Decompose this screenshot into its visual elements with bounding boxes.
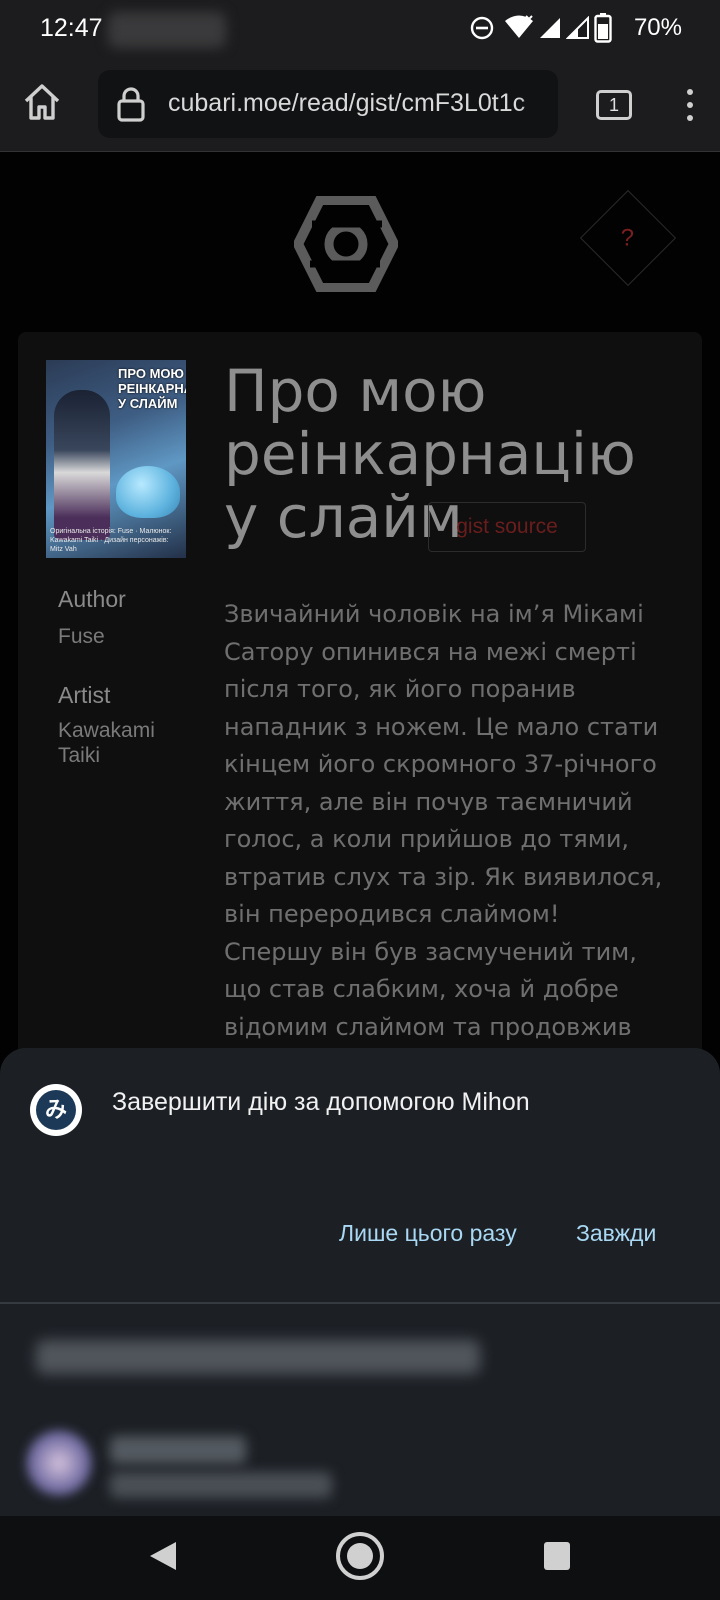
url-bar[interactable]: cubari.moe/read/gist/cmF3L0t1c: [98, 70, 558, 138]
cover-slime: [116, 466, 180, 518]
cover-image: ПРО МОЮ РЕІНКАРНАЦІЮ У СЛАЙМ Оригінальна…: [46, 360, 186, 558]
blurred-app-subtitle: [110, 1472, 332, 1498]
blurred-app-name: [110, 1436, 246, 1464]
status-bar: 12:47 70%: [0, 0, 720, 58]
open-with-sheet: み Завершити дію за допомогою Mihon Лише …: [0, 1048, 720, 1520]
artist-label: Artist: [58, 682, 111, 708]
always-button[interactable]: Завжди: [576, 1220, 656, 1247]
home-nav-icon[interactable]: [334, 1530, 386, 1582]
author-label: Author: [58, 586, 126, 612]
battery-percent: 70%: [633, 14, 682, 41]
series-description: Звичайний чоловік на ім’я Мікамі Сатору …: [224, 600, 663, 1041]
sheet-divider: [0, 1302, 720, 1304]
cover-credits: Оригінальна історія: Fuse · Малюнок: Kaw…: [50, 528, 172, 553]
dnd-icon: [470, 16, 494, 40]
recents-icon[interactable]: [544, 1542, 570, 1570]
help-button[interactable]: ?: [579, 189, 677, 287]
author-name[interactable]: Fuse: [58, 624, 188, 649]
help-symbol: ?: [620, 224, 634, 252]
blurred-app-avatar[interactable]: [26, 1430, 92, 1496]
url-fade: [518, 70, 558, 138]
more-vert-icon[interactable]: [680, 86, 700, 126]
lock-icon: [117, 87, 145, 122]
cover-character: [54, 390, 110, 540]
sheet-title: Завершити дію за допомогою Mihon: [112, 1088, 530, 1116]
wifi-icon: [505, 15, 533, 38]
blurred-notification-area: [108, 12, 226, 48]
blurred-section-heading: [36, 1340, 480, 1374]
back-icon[interactable]: [146, 1538, 180, 1574]
browser-toolbar: cubari.moe/read/gist/cmF3L0t1c 1: [0, 58, 720, 152]
status-time: 12:47: [40, 14, 103, 42]
tab-switcher-button[interactable]: 1: [596, 90, 632, 120]
signal-icon: [540, 18, 560, 38]
home-icon[interactable]: [20, 80, 64, 124]
system-nav-bar: [0, 1516, 720, 1600]
signal-icon: [566, 16, 589, 39]
cover-title: ПРО МОЮ РЕІНКАРНАЦІЮ У СЛАЙМ: [118, 366, 186, 411]
mihon-app-icon: み: [30, 1084, 82, 1136]
battery-icon: [594, 13, 612, 43]
just-once-button[interactable]: Лише цього разу: [339, 1220, 517, 1247]
artist-name[interactable]: Kawakami Taiki: [58, 718, 188, 768]
url-text: cubari.moe/read/gist/cmF3L0t1c: [168, 89, 526, 117]
status-icons: 70%: [470, 12, 720, 46]
cubari-logo[interactable]: [294, 196, 398, 292]
gist-source-badge[interactable]: gist source: [428, 502, 586, 552]
